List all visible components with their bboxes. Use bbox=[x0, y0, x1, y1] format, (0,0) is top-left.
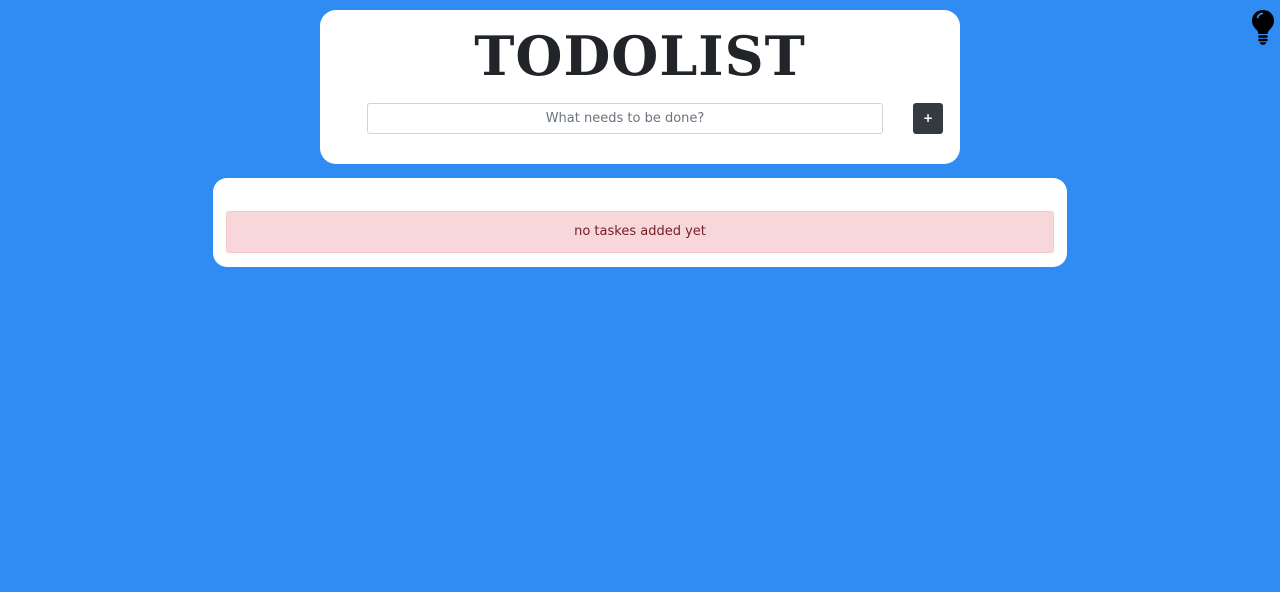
add-todo-button[interactable]: + bbox=[913, 103, 943, 134]
new-todo-input[interactable] bbox=[367, 103, 883, 134]
empty-list-alert: no taskes added yet bbox=[226, 211, 1054, 253]
theme-toggle-button[interactable] bbox=[1248, 8, 1278, 46]
todo-list-card: no taskes added yet bbox=[213, 178, 1067, 267]
app-title: TODOLIST bbox=[474, 24, 806, 88]
lightbulb-icon bbox=[1252, 10, 1274, 45]
header-card: TODOLIST + bbox=[320, 10, 960, 164]
